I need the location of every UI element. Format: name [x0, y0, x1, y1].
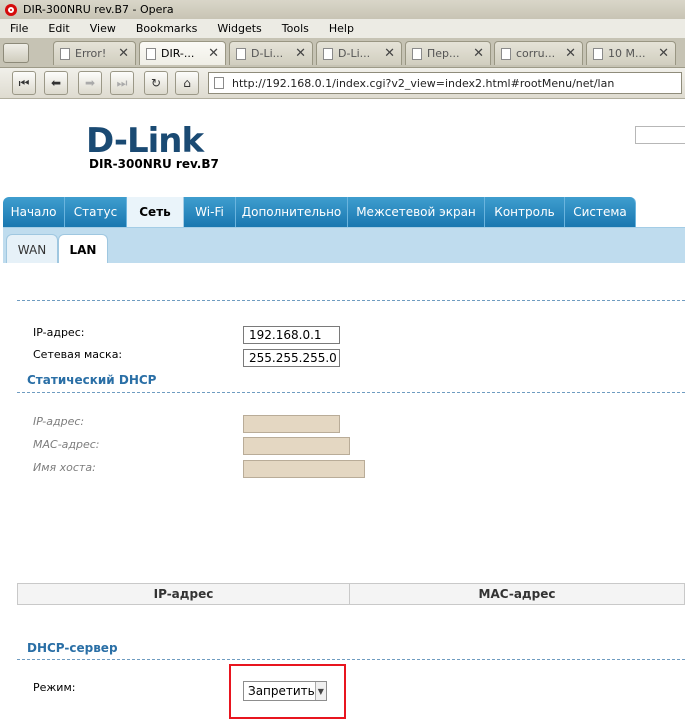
page-icon: [412, 47, 422, 60]
close-tab-icon[interactable]: ✕: [473, 46, 484, 61]
page-icon: [146, 47, 156, 60]
menu-bookmarks[interactable]: Bookmarks: [136, 22, 197, 35]
dlink-logo: D-Link: [86, 121, 204, 161]
window-titlebar: DIR-300NRU rev.B7 - Opera: [0, 0, 685, 20]
browser-tab[interactable]: Error! ✕: [53, 41, 136, 65]
router-model: DIR-300NRU rev.B7: [89, 157, 219, 171]
rewind-icon: ⏮: [18, 76, 30, 90]
main-nav: Начало Статус Сеть Wi-Fi Дополнительно М…: [3, 197, 685, 227]
static-mac-input[interactable]: [243, 437, 350, 455]
close-tab-icon[interactable]: ✕: [118, 46, 129, 61]
static-ip-label: IP-адрес:: [33, 415, 85, 428]
tab-label: Пер...: [427, 47, 460, 60]
browser-tab[interactable]: D-Li... ✕: [229, 41, 313, 65]
page-icon: [501, 47, 511, 60]
nav-system[interactable]: Система: [565, 197, 636, 227]
nav-control[interactable]: Контроль: [485, 197, 565, 227]
section-dhcp-server: DHCP-сервер: [27, 641, 118, 655]
fast-forward-button[interactable]: ⏭: [110, 71, 134, 95]
mask-label: Сетевая маска:: [33, 348, 123, 361]
static-mac-label: MAC-адрес:: [33, 438, 100, 451]
sub-tab-bar: WAN LAN: [3, 227, 685, 264]
tab-label: corru...: [516, 47, 556, 60]
page-icon: [323, 47, 333, 60]
browser-tab[interactable]: D-Li... ✕: [316, 41, 402, 65]
nav-status[interactable]: Статус: [65, 197, 127, 227]
nav-network[interactable]: Сеть: [127, 197, 184, 227]
browser-tab[interactable]: Пер... ✕: [405, 41, 491, 65]
column-header-ip: IP-адрес: [18, 584, 350, 604]
window-title: DIR-300NRU rev.B7 - Opera: [23, 3, 174, 16]
column-header-mac: MAC-адрес: [478, 587, 556, 601]
tab-label: DIR-...: [161, 47, 195, 60]
web-page: D-Link DIR-300NRU rev.B7 Начало Статус С…: [0, 99, 685, 719]
tab-label: 10 M...: [608, 47, 646, 60]
static-host-label: Имя хоста:: [33, 461, 96, 474]
panel-toggle-button[interactable]: [3, 43, 29, 63]
browser-tab-active[interactable]: DIR-... ✕: [139, 41, 226, 65]
close-tab-icon[interactable]: ✕: [295, 46, 306, 61]
browser-tab[interactable]: 10 M... ✕: [586, 41, 676, 65]
lan-settings-panel: IP-адрес: 192.168.0.1 Сетевая маска: 255…: [3, 263, 685, 719]
close-tab-icon[interactable]: ✕: [384, 46, 395, 61]
nav-wifi[interactable]: Wi-Fi: [184, 197, 236, 227]
subtab-lan[interactable]: LAN: [58, 234, 108, 264]
mode-label: Режим:: [33, 681, 76, 694]
page-icon: [593, 47, 603, 60]
forward-button[interactable]: ➡: [78, 71, 102, 95]
close-tab-icon[interactable]: ✕: [208, 46, 219, 61]
menu-help[interactable]: Help: [329, 22, 354, 35]
divider: [17, 392, 685, 393]
divider: [17, 659, 685, 660]
static-ip-input[interactable]: [243, 415, 340, 433]
subnet-mask-input[interactable]: 255.255.255.0: [243, 349, 340, 367]
reload-button[interactable]: ↻: [144, 71, 168, 95]
home-icon: ⌂: [183, 76, 191, 90]
divider: [17, 300, 685, 301]
nav-start[interactable]: Начало: [3, 197, 65, 227]
section-static-dhcp: Статический DHCP: [27, 373, 157, 387]
nav-firewall[interactable]: Межсетевой экран: [348, 197, 485, 227]
menu-view[interactable]: View: [90, 22, 116, 35]
page-icon: [214, 77, 224, 89]
menu-edit[interactable]: Edit: [48, 22, 69, 35]
language-select[interactable]: [635, 126, 685, 144]
nav-advanced[interactable]: Дополнительно: [236, 197, 348, 227]
menu-tools[interactable]: Tools: [282, 22, 309, 35]
tab-label: D-Li...: [338, 47, 371, 60]
fast-forward-icon: ⏭: [116, 76, 128, 90]
forward-arrow-icon: ➡: [84, 76, 96, 90]
browser-tab[interactable]: corru... ✕: [494, 41, 583, 65]
ip-label: IP-адрес:: [33, 326, 85, 339]
address-bar[interactable]: http://192.168.0.1/index.cgi?v2_view=ind…: [208, 72, 682, 94]
static-host-input[interactable]: [243, 460, 365, 478]
red-highlight-box: [229, 664, 346, 719]
ip-address-input[interactable]: 192.168.0.1: [243, 326, 340, 344]
back-button[interactable]: ⬅: [44, 71, 68, 95]
page-icon: [60, 47, 70, 60]
menu-bar: File Edit View Bookmarks Widgets Tools H…: [0, 19, 685, 38]
close-tab-icon[interactable]: ✕: [658, 46, 669, 61]
page-icon: [236, 47, 246, 60]
subtab-wan[interactable]: WAN: [6, 234, 58, 264]
tab-label: D-Li...: [251, 47, 284, 60]
tab-label: Error!: [75, 47, 107, 60]
static-dhcp-table-header: IP-адрес MAC-адрес: [17, 583, 685, 605]
opera-logo-icon: [5, 3, 17, 16]
tab-bar: Error! ✕ DIR-... ✕ D-Li... ✕ D-Li... ✕ П…: [0, 38, 685, 68]
menu-file[interactable]: File: [10, 22, 28, 35]
close-tab-icon[interactable]: ✕: [565, 46, 576, 61]
menu-widgets[interactable]: Widgets: [217, 22, 261, 35]
reload-icon: ↻: [150, 76, 162, 90]
back-arrow-icon: ⬅: [50, 76, 62, 90]
address-url: http://192.168.0.1/index.cgi?v2_view=ind…: [232, 76, 615, 90]
home-button[interactable]: ⌂: [175, 71, 199, 95]
rewind-button[interactable]: ⏮: [12, 71, 36, 95]
